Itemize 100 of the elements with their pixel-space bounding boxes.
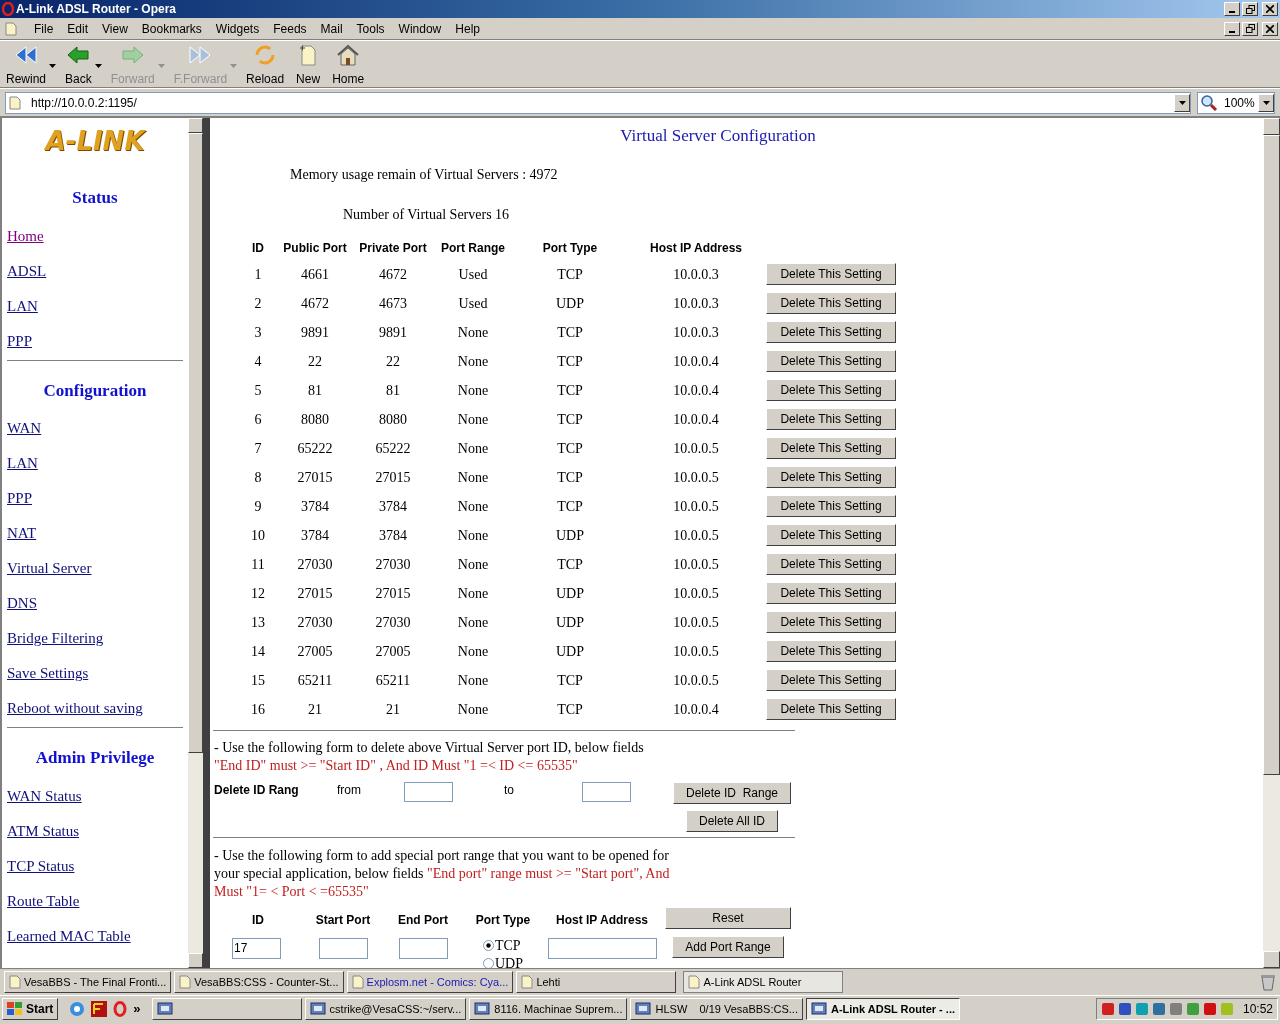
toolbar-button[interactable]: Reload — [243, 44, 288, 88]
restore-button[interactable] — [1242, 2, 1258, 16]
opera-icon[interactable] — [113, 1001, 128, 1017]
nav-link[interactable]: ADSL — [7, 260, 47, 281]
delete-setting-button[interactable]: Delete This Setting — [766, 292, 896, 314]
close-button[interactable] — [1262, 21, 1278, 36]
start-port-input[interactable] — [318, 937, 368, 959]
menu-item[interactable]: Mail — [313, 19, 350, 38]
nav-link[interactable]: Route Table — [7, 890, 80, 911]
delete-setting-button[interactable]: Delete This Setting — [766, 437, 896, 459]
delete-setting-button[interactable]: Delete This Setting — [766, 698, 896, 720]
menu-item[interactable]: Tools — [349, 19, 392, 38]
tray-icon[interactable] — [1185, 1002, 1200, 1016]
tray-icon[interactable] — [1134, 1002, 1149, 1016]
page-scrollbar[interactable] — [1263, 118, 1280, 968]
browser-tab[interactable]: A-Link ADSL Router — [683, 971, 844, 993]
nav-link[interactable]: DNS — [7, 593, 37, 613]
menu-item[interactable]: Window — [391, 19, 449, 38]
delete-all-button[interactable]: Delete All ID — [686, 809, 778, 832]
taskbar-button[interactable] — [151, 998, 302, 1020]
delete-setting-button[interactable]: Delete This Setting — [766, 524, 896, 546]
menu-item[interactable]: Feeds — [266, 19, 314, 38]
nav-link[interactable]: LAN — [7, 295, 38, 316]
tray-icon[interactable] — [1100, 1002, 1115, 1016]
delete-setting-button[interactable]: Delete This Setting — [766, 321, 896, 343]
nav-link[interactable]: PPP — [7, 488, 33, 508]
toolbar-button[interactable]: Back — [62, 44, 95, 88]
more-launchers[interactable]: » — [133, 999, 141, 1019]
host-ip-input[interactable] — [547, 937, 657, 959]
reset-button[interactable]: Reset — [665, 906, 791, 929]
delete-setting-button[interactable]: Delete This Setting — [766, 350, 896, 372]
nav-link[interactable]: Virtual Server — [7, 558, 92, 578]
taskbar-button[interactable]: cstrike@VesaCSS:~/serv... — [304, 998, 467, 1020]
taskbar-button[interactable]: A-Link ADSL Router - ... — [805, 998, 960, 1020]
menu-item[interactable]: View — [95, 19, 135, 38]
browser-tab[interactable]: VesaBBS - The Final Fronti... — [4, 971, 172, 993]
nav-link[interactable]: ATM Status — [7, 820, 80, 841]
start-id-input[interactable] — [404, 781, 453, 802]
table-cell-text: 3 — [253, 323, 263, 342]
menu-item[interactable]: Edit — [60, 19, 96, 38]
menu-item[interactable]: Widgets — [208, 19, 267, 38]
zoom-control[interactable]: 100% — [1197, 91, 1275, 114]
nav-link[interactable]: LAN — [7, 453, 38, 473]
dropdown-caret-icon[interactable] — [94, 64, 102, 68]
minimize-button[interactable] — [1224, 21, 1240, 36]
page-icon — [9, 95, 21, 110]
port-type-radio[interactable]: TCP — [483, 936, 523, 955]
delete-setting-button[interactable]: Delete This Setting — [766, 379, 896, 401]
nav-link[interactable]: WAN Status — [7, 785, 82, 806]
delete-range-button[interactable]: Delete ID Range — [673, 781, 791, 804]
menu-item[interactable]: Bookmarks — [134, 19, 209, 38]
nav-link[interactable]: TCP Status — [7, 855, 75, 876]
restore-button[interactable] — [1242, 21, 1258, 36]
end-id-input[interactable] — [582, 781, 631, 802]
trash-icon[interactable] — [1260, 973, 1276, 991]
delete-setting-button[interactable]: Delete This Setting — [766, 669, 896, 691]
delete-setting-button[interactable]: Delete This Setting — [766, 611, 896, 633]
tray-icon[interactable] — [1202, 1002, 1217, 1016]
start-button[interactable]: Start — [2, 998, 59, 1020]
address-dropdown-button[interactable] — [1174, 93, 1190, 112]
address-field[interactable]: http://10.0.0.2:1195/ — [5, 91, 1191, 114]
delete-setting-button[interactable]: Delete This Setting — [766, 582, 896, 604]
nav-link[interactable]: WAN — [7, 418, 42, 438]
tray-icon[interactable] — [1168, 1002, 1183, 1016]
nav-link[interactable]: Learned MAC Table — [7, 925, 131, 946]
tray-icon[interactable] — [1151, 1002, 1166, 1016]
nav-link[interactable]: Save Settings — [7, 663, 89, 683]
browser-tab[interactable]: Lehti — [516, 971, 677, 993]
dropdown-caret-icon[interactable] — [49, 64, 57, 68]
home-icon — [336, 44, 361, 66]
nav-link[interactable]: Reboot without saving — [7, 698, 143, 718]
toolbar-button[interactable]: Home — [329, 44, 368, 88]
f-z-icon[interactable] — [91, 1001, 108, 1017]
browser-tab[interactable]: Explosm.net - Comics: Cya... — [346, 971, 514, 993]
delete-setting-button[interactable]: Delete This Setting — [766, 466, 896, 488]
minimize-button[interactable] — [1224, 2, 1240, 16]
toolbar-button[interactable]: Rewind — [3, 44, 50, 88]
nav-link[interactable]: NAT — [7, 523, 37, 543]
sidebar-scrollbar[interactable] — [188, 118, 203, 968]
nav-link[interactable]: Home — [7, 225, 44, 246]
delete-setting-button[interactable]: Delete This Setting — [766, 263, 896, 285]
close-button[interactable] — [1262, 2, 1278, 16]
toolbar-button[interactable]: New — [293, 44, 324, 88]
browser-tab[interactable]: VesaBBS:CSS - Counter-St... — [174, 971, 344, 993]
nav-link[interactable]: PPP — [7, 330, 33, 351]
port-type-radio[interactable]: UDP — [483, 954, 523, 968]
nav-link[interactable]: Bridge Filtering — [7, 628, 104, 648]
end-port-input[interactable] — [398, 937, 448, 959]
taskbar-button[interactable]: 8116. Machinae Suprem... — [469, 998, 628, 1020]
table-cell-text: None — [456, 439, 490, 458]
tray-icon[interactable] — [1117, 1002, 1132, 1016]
delete-setting-button[interactable]: Delete This Setting — [766, 640, 896, 662]
add-port-range-button[interactable]: Add Port Range — [672, 935, 784, 958]
menu-item[interactable]: File — [27, 19, 61, 38]
delete-setting-button[interactable]: Delete This Setting — [766, 553, 896, 575]
menu-item[interactable]: Help — [448, 19, 487, 38]
delete-setting-button[interactable]: Delete This Setting — [766, 408, 896, 430]
taskbar-button[interactable]: HLSW 0/19 VesaBBS:CS... — [630, 998, 803, 1020]
delete-setting-button[interactable]: Delete This Setting — [766, 495, 896, 517]
id-input[interactable]: 17 — [232, 937, 281, 959]
